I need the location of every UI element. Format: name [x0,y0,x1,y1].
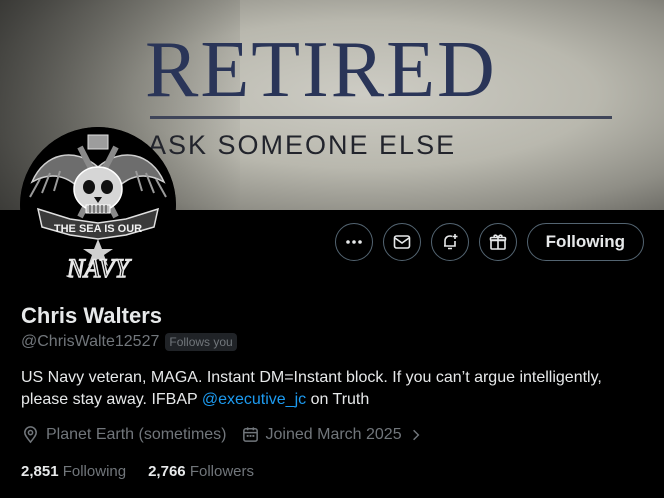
calendar-icon [242,427,258,442]
bio-tail: on Truth [306,391,370,408]
following-count: 2,851 [21,463,59,480]
join-date[interactable]: Joined March 2025 [241,425,424,444]
location: Planet Earth (sometimes) [21,425,227,444]
avatar-navy-text: NAVY [66,254,132,283]
profile-bio: US Navy veteran, MAGA. Instant DM=Instan… [21,367,651,411]
location-pin-icon [24,426,37,444]
avatar-ribbon-text: THE SEA IS OUR [54,223,142,235]
gift-icon [489,234,506,250]
profile-stats: 2,851 Following 2,766 Followers [21,463,254,480]
join-date-text: Joined March 2025 [265,425,402,443]
followers-stat[interactable]: 2,766 Followers [148,463,254,480]
following-label: Following [62,463,127,480]
profile-name: Chris Walters [21,303,163,328]
profile-actions: Following [334,223,644,261]
envelope-icon [393,235,410,249]
followers-label: Followers [189,463,254,480]
followers-count: 2,766 [148,463,186,480]
profile-handle: @ChrisWalte12527 [21,333,160,350]
bio-mention-link[interactable]: @executive_jc [202,391,306,408]
more-button[interactable] [334,223,373,261]
message-button[interactable] [382,223,421,261]
gift-button[interactable] [478,223,517,261]
banner-divider [150,116,612,119]
navy-skull-emblem-icon: THE SEA IS OUR NAVY [20,127,176,283]
follows-you-badge: Follows you [165,333,237,351]
handle-row: @ChrisWalte12527 Follows you [21,333,237,351]
more-icon [345,240,362,244]
avatar[interactable]: THE SEA IS OUR NAVY [20,127,176,283]
subscribe-notifications-button[interactable] [430,223,469,261]
profile-meta: Planet Earth (sometimes) Joined March 20… [21,425,424,444]
following-button[interactable]: Following [526,223,644,261]
banner-subtitle: ASK SOMEONE ELSE [148,130,457,160]
bell-plus-icon [443,234,458,250]
chevron-right-icon [412,429,420,440]
banner-title: RETIRED [145,26,497,114]
location-text: Planet Earth (sometimes) [46,425,227,443]
following-stat[interactable]: 2,851 Following [21,463,126,480]
